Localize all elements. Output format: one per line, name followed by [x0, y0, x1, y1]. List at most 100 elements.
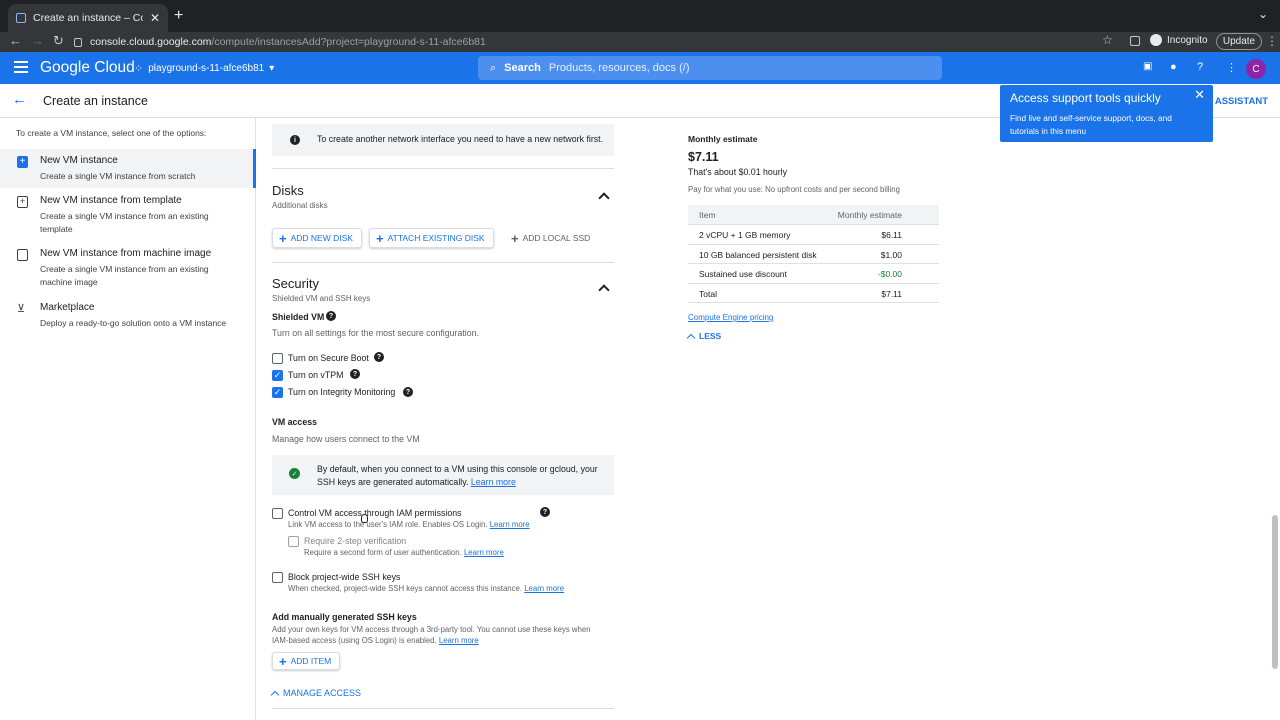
- divider: [272, 168, 614, 169]
- learn-more-link[interactable]: Learn more: [439, 636, 479, 645]
- caret-down-icon: ▾: [269, 63, 275, 74]
- update-button[interactable]: Update: [1216, 33, 1262, 50]
- bookmark-star-icon[interactable]: ☆: [1102, 33, 1113, 47]
- collapse-security-chevron-icon[interactable]: [598, 284, 610, 296]
- manage-access-toggle[interactable]: MANAGE ACCESS: [270, 688, 361, 699]
- compute-favicon-icon: [16, 13, 26, 23]
- compute-engine-pricing-link[interactable]: Compute Engine pricing: [688, 313, 773, 322]
- back-arrow-icon[interactable]: ←: [9, 33, 22, 48]
- learn-more-link[interactable]: Learn more: [490, 520, 530, 529]
- secure-boot-checkbox[interactable]: [272, 353, 283, 364]
- block-ssh-keys-checkbox[interactable]: [272, 572, 283, 583]
- button-label: ADD LOCAL SSD: [522, 233, 591, 243]
- cloud-shell-icon[interactable]: ▣: [1143, 61, 1152, 72]
- browser-tab[interactable]: Create an instance – Compute ✕: [8, 4, 168, 32]
- option-from-template[interactable]: + New VM instance from template Create a…: [0, 189, 256, 242]
- vtpm-label: Turn on vTPM: [288, 370, 344, 380]
- reload-icon[interactable]: ↻: [53, 33, 64, 49]
- mouse-cursor-icon: [361, 514, 368, 523]
- table-row: Sustained use discount -$0.00: [688, 264, 939, 284]
- option-from-machine-image[interactable]: New VM instance from machine image Creat…: [0, 242, 256, 295]
- option-title: New VM instance from template: [40, 195, 182, 206]
- button-label: ADD NEW DISK: [290, 233, 353, 243]
- table-header: Item Monthly estimate: [688, 205, 939, 225]
- option-marketplace[interactable]: ⊻ Marketplace Deploy a ready-to-go solut…: [0, 296, 256, 336]
- more-options-icon[interactable]: ⋮: [1226, 61, 1237, 74]
- back-arrow-icon[interactable]: ←: [12, 91, 27, 108]
- ssh-info-banner: ✓ By default, when you connect to a VM u…: [272, 455, 614, 495]
- integrity-monitoring-checkbox[interactable]: ✓: [272, 387, 283, 398]
- url-field[interactable]: console.cloud.google.com/compute/instanc…: [74, 32, 1144, 52]
- block-ssh-keys-label: Block project-wide SSH keys: [288, 572, 401, 582]
- estimate-table: Item Monthly estimate 2 vCPU + 1 GB memo…: [688, 205, 939, 303]
- estimate-heading: Monthly estimate: [688, 134, 758, 144]
- disks-subtitle: Additional disks: [272, 201, 328, 210]
- add-local-ssd-button[interactable]: + ADD LOCAL SSD: [505, 228, 599, 248]
- two-step-checkbox[interactable]: [288, 536, 299, 547]
- assistant-button[interactable]: ASSISTANT: [1215, 96, 1268, 107]
- new-tab-icon[interactable]: +: [174, 7, 183, 25]
- help-icon[interactable]: ?: [1197, 61, 1203, 73]
- support-tools-popup: Access support tools quickly Find live a…: [1000, 85, 1213, 142]
- create-options-panel: To create a VM instance, select one of t…: [0, 118, 256, 720]
- close-tab-icon[interactable]: ✕: [150, 11, 160, 25]
- tab-search-chevron-icon[interactable]: ⌄: [1258, 7, 1268, 21]
- help-icon[interactable]: ?: [374, 352, 384, 362]
- option-desc: Deploy a ready-to-go solution onto a VM …: [40, 318, 227, 328]
- url-path: /compute/instancesAdd?project=playground…: [211, 36, 486, 48]
- manual-ssh-desc: Add your own keys for VM access through …: [272, 624, 607, 646]
- estimate-price: $7.11: [688, 150, 719, 164]
- collapse-disks-chevron-icon[interactable]: [598, 192, 610, 204]
- browser-menu-icon[interactable]: ⋮: [1266, 34, 1278, 48]
- help-icon[interactable]: ?: [403, 387, 413, 397]
- hamburger-menu-icon[interactable]: [14, 61, 28, 73]
- vm-access-label: VM access: [272, 417, 317, 427]
- block-desc-text: When checked, project-wide SSH keys cann…: [288, 584, 523, 593]
- iam-desc-text: Link VM access to the user's IAM role. E…: [288, 520, 488, 529]
- incognito-label: Incognito: [1167, 34, 1208, 46]
- add-item-button[interactable]: + ADD ITEM: [272, 652, 341, 670]
- two-step-desc-text: Require a second form of user authentica…: [304, 548, 462, 557]
- scrollbar-thumb[interactable]: [1272, 515, 1278, 669]
- help-icon[interactable]: ?: [540, 507, 550, 517]
- search-bar[interactable]: ⌕ Search Products, resources, docs (/): [478, 56, 942, 80]
- learn-more-link[interactable]: Learn more: [471, 477, 516, 487]
- vtpm-checkbox[interactable]: ✓: [272, 370, 283, 381]
- google-cloud-logo[interactable]: Google Cloud: [40, 59, 135, 77]
- iam-access-desc: Link VM access to the user's IAM role. E…: [288, 520, 530, 529]
- learn-more-link[interactable]: Learn more: [464, 548, 504, 557]
- plus-icon: +: [279, 230, 287, 246]
- plus-icon: +: [511, 230, 519, 246]
- option-new-vm-instance[interactable]: + New VM instance Create a single VM ins…: [0, 149, 256, 188]
- learn-more-link[interactable]: Learn more: [524, 584, 564, 593]
- help-icon[interactable]: ?: [326, 311, 336, 321]
- project-name: playground-s-11-afce6b81: [148, 63, 265, 74]
- iam-access-checkbox[interactable]: [272, 508, 283, 519]
- column-header: Item: [699, 210, 716, 220]
- avatar[interactable]: C: [1246, 59, 1266, 79]
- add-new-disk-button[interactable]: + ADD NEW DISK: [272, 228, 362, 248]
- integrity-monitoring-label: Turn on Integrity Monitoring: [288, 387, 396, 397]
- url-host: console.cloud.google.com: [90, 36, 212, 48]
- lock-icon: [74, 37, 82, 47]
- less-toggle[interactable]: LESS: [686, 331, 721, 342]
- manual-desc-text: Add your own keys for VM access through …: [272, 625, 591, 645]
- ssh-info-message: By default, when you connect to a VM usi…: [317, 464, 598, 487]
- table-row: 10 GB balanced persistent disk $1.00: [688, 245, 939, 264]
- row-cost: $1.00: [880, 249, 902, 260]
- notifications-bell-icon[interactable]: ●: [1170, 61, 1177, 73]
- project-selector[interactable]: ⁘ playground-s-11-afce6b81 ▾: [134, 62, 274, 75]
- close-icon[interactable]: ✕: [1194, 87, 1205, 103]
- attach-existing-disk-button[interactable]: + ATTACH EXISTING DISK: [369, 228, 494, 248]
- incognito-indicator[interactable]: Incognito: [1150, 34, 1208, 46]
- browser-tab-bar: Create an instance – Compute ✕ + ⌄: [0, 0, 1280, 32]
- network-info-banner: i To create another network interface yo…: [272, 124, 614, 156]
- divider: [272, 708, 614, 709]
- iam-access-label: Control VM access through IAM permission…: [288, 508, 462, 518]
- help-icon[interactable]: ?: [350, 369, 360, 379]
- side-panel-icon[interactable]: [1130, 36, 1140, 46]
- add-box-icon: +: [17, 156, 28, 168]
- table-row: Total $7.11: [688, 284, 939, 303]
- forward-arrow-icon[interactable]: →: [31, 33, 44, 48]
- option-desc: Create a single VM instance from scratch: [40, 171, 196, 181]
